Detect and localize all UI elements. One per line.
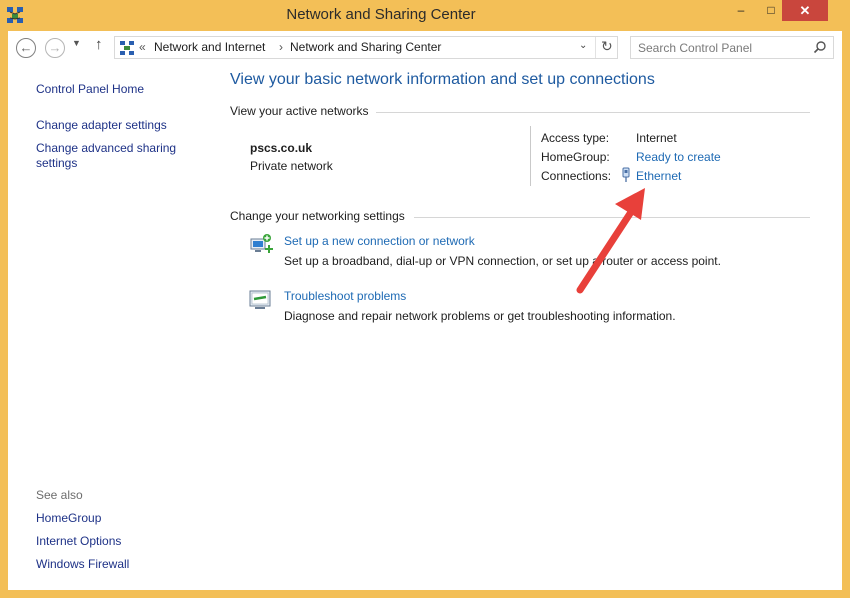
breadcrumb-network-and-sharing-center[interactable]: Network and Sharing Center (290, 40, 441, 54)
see-also-heading: See also (36, 488, 83, 502)
navigation-bar: ← → ▼ ↑ « Network and Internet › Network… (8, 31, 842, 64)
setup-new-connection-description: Set up a broadband, dial-up or VPN conne… (284, 254, 721, 268)
window-title: Network and Sharing Center (286, 6, 476, 23)
back-arrow-icon: ← (19, 40, 33, 55)
address-dropdown-icon[interactable]: ⌄ (579, 40, 587, 51)
title-bar[interactable]: Network and Sharing Center – □ ✕ (0, 0, 850, 30)
see-also-homegroup[interactable]: HomeGroup (36, 511, 101, 526)
sidebar-change-adapter-settings[interactable]: Change adapter settings (36, 118, 167, 133)
network-divider (530, 126, 531, 186)
troubleshoot-icon (249, 290, 271, 309)
network-type: Private network (250, 159, 333, 173)
maximize-icon: □ (767, 3, 775, 17)
homegroup-label: HomeGroup: (541, 150, 610, 164)
see-also-windows-firewall[interactable]: Windows Firewall (36, 557, 129, 572)
minimize-icon: – (737, 3, 745, 17)
maximize-button[interactable]: □ (757, 0, 785, 21)
close-button[interactable]: ✕ (782, 0, 828, 21)
troubleshoot-problems-link[interactable]: Troubleshoot problems (284, 289, 406, 303)
forward-arrow-icon: → (48, 40, 62, 55)
window: Network and Sharing Center – □ ✕ ← → ▼ ↑… (0, 0, 850, 598)
networking-settings-heading: Change your networking settings (230, 209, 405, 223)
up-button[interactable]: ↑ (95, 36, 103, 53)
close-icon: ✕ (799, 3, 811, 18)
sidebar-control-panel-home[interactable]: Control Panel Home (36, 82, 144, 97)
network-name: pscs.co.uk (250, 141, 313, 155)
minimize-button[interactable]: – (727, 0, 755, 21)
divider (376, 112, 810, 113)
up-arrow-icon: ↑ (95, 36, 103, 53)
address-bar[interactable]: « Network and Internet › Network and Sha… (114, 36, 618, 59)
active-networks-heading: View your active networks (230, 104, 369, 118)
ethernet-icon (622, 167, 630, 182)
breadcrumb-overflow-button[interactable]: « (139, 40, 146, 54)
refresh-icon[interactable]: ↻ (601, 38, 613, 55)
back-button[interactable]: ← (16, 38, 36, 58)
access-type-label: Access type: (541, 131, 610, 145)
address-divider (595, 37, 596, 58)
search-input[interactable] (631, 37, 814, 58)
connections-label: Connections: (541, 169, 612, 183)
page-title: View your basic network information and … (230, 71, 655, 88)
breadcrumb-network-and-internet[interactable]: Network and Internet (154, 40, 265, 54)
access-type-value: Internet (636, 131, 677, 145)
content-area: Control Panel Home Change adapter settin… (8, 64, 842, 590)
setup-new-connection-link[interactable]: Set up a new connection or network (284, 234, 475, 248)
search-icon[interactable] (813, 40, 827, 54)
divider (414, 217, 810, 218)
chevron-down-icon: ▼ (72, 38, 81, 48)
see-also-internet-options[interactable]: Internet Options (36, 534, 121, 549)
sidebar-change-advanced-sharing-settings[interactable]: Change advanced sharing settings (36, 141, 186, 171)
recent-locations-button[interactable]: ▼ (72, 38, 81, 48)
breadcrumb-separator[interactable]: › (279, 40, 283, 54)
search-box (630, 36, 834, 59)
homegroup-link[interactable]: Ready to create (636, 150, 721, 164)
ethernet-connection-link[interactable]: Ethernet (636, 169, 681, 183)
control-panel-network-icon (120, 41, 134, 55)
troubleshoot-problems-description: Diagnose and repair network problems or … (284, 309, 676, 323)
forward-button[interactable]: → (45, 38, 65, 58)
new-connection-icon (250, 234, 273, 253)
